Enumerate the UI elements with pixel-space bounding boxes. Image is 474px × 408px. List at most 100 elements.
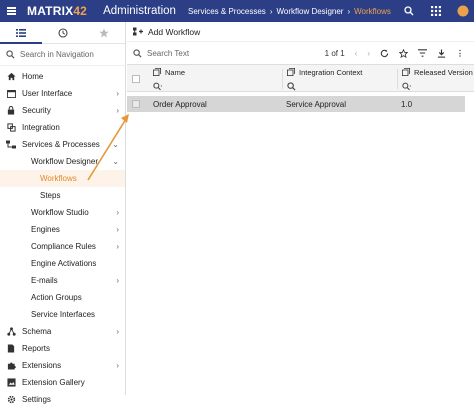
refresh-icon[interactable] (380, 49, 389, 58)
schema-icon (6, 327, 16, 336)
sidebar-item-label: Extensions (22, 361, 62, 370)
sidebar-item-service-interfaces[interactable]: Service Interfaces (0, 306, 125, 323)
sidebar-item-label: User Interface (22, 89, 73, 98)
sidebar-item-user-interface[interactable]: User Interface › (0, 85, 125, 102)
sidebar-item-home[interactable]: Home (0, 68, 125, 85)
menu-icon[interactable] (0, 0, 22, 22)
app-title: Administration (103, 5, 176, 17)
sidebar-item-label: Services & Processes (22, 140, 100, 149)
services-icon (6, 140, 16, 149)
breadcrumb: Services & Processes › Workflow Designer… (188, 0, 391, 22)
column-menu-icon (402, 68, 410, 76)
tab-history[interactable] (42, 22, 84, 43)
sidebar-item-steps[interactable]: Steps (0, 187, 125, 204)
chevron-down-icon: ⌄ (112, 140, 119, 149)
row-released-version: 1.0 (401, 99, 413, 109)
sidebar-item-security[interactable]: Security › (0, 102, 125, 119)
sidebar-item-settings[interactable]: Settings (0, 391, 125, 408)
primary-toolbar: Add Workflow (127, 22, 474, 42)
sidebar-item-extensions[interactable]: Extensions › (0, 357, 125, 374)
prev-page-icon[interactable]: ‹ (355, 49, 358, 58)
favorite-star-icon[interactable] (399, 48, 408, 58)
add-workflow-button[interactable]: Add Workflow (133, 27, 200, 37)
user-interface-icon (6, 89, 16, 98)
table-row[interactable]: Order Approval Service Approval 1.0 (127, 96, 465, 112)
filter-search-icon (402, 82, 412, 90)
navigation-search-input[interactable]: Search in Navigation (20, 50, 94, 59)
lock-icon (7, 106, 15, 115)
chevron-right-icon: › (116, 242, 119, 251)
column-released-version[interactable]: Released Version (398, 65, 474, 93)
sidebar-item-engines[interactable]: Engines › (0, 221, 125, 238)
breadcrumb-services[interactable]: Services & Processes (188, 7, 266, 16)
reports-icon (7, 344, 15, 353)
add-workflow-label: Add Workflow (148, 26, 201, 37)
row-checkbox[interactable] (132, 100, 140, 108)
sidebar-item-label: Workflows (40, 174, 77, 183)
sidebar-item-label: Engines (31, 225, 60, 234)
tab-favorites[interactable] (83, 22, 125, 43)
breadcrumb-workflows: Workflows (354, 6, 391, 16)
select-all-checkbox[interactable] (132, 75, 140, 83)
user-avatar-icon[interactable] (452, 0, 474, 22)
vertical-scrollbar[interactable] (466, 92, 474, 392)
sidebar-item-schema[interactable]: Schema › (0, 323, 125, 340)
sidebar-item-label: Action Groups (31, 293, 82, 302)
sidebar-item-workflow-designer[interactable]: Workflow Designer ⌄ (0, 153, 125, 170)
sidebar-item-label: Engine Activations (31, 259, 97, 268)
sidebar-item-label: Extension Gallery (22, 378, 85, 387)
sidebar-item-services-processes[interactable]: Services & Processes ⌄ (0, 136, 125, 153)
sidebar-item-action-groups[interactable]: Action Groups (0, 289, 125, 306)
sidebar-item-label: Reports (22, 344, 51, 353)
grid-toolbar: Search Text 1 of 1 ‹ › ⋮ (127, 42, 474, 64)
grid-search[interactable]: Search Text (133, 49, 189, 58)
extensions-icon (7, 362, 16, 370)
apps-grid-icon[interactable] (425, 0, 447, 22)
released-version-filter[interactable] (398, 79, 474, 93)
sidebar-item-label: Schema (22, 327, 52, 336)
sidebar-item-engine-activations[interactable]: Engine Activations (0, 255, 125, 272)
sidebar-item-integration[interactable]: Integration (0, 119, 125, 136)
grid-search-input[interactable]: Search Text (147, 49, 189, 58)
sidebar-item-emails[interactable]: E-mails › (0, 272, 125, 289)
download-icon[interactable] (437, 48, 446, 58)
name-filter[interactable] (149, 79, 283, 93)
search-icon[interactable] (398, 0, 420, 22)
chevron-right-icon: › (116, 225, 119, 234)
integration-icon (6, 123, 16, 132)
chevron-right-icon: › (116, 89, 119, 98)
column-name[interactable]: Name (149, 65, 283, 93)
sidebar-item-label: Home (22, 72, 44, 81)
select-all-column (127, 65, 145, 93)
sidebar-tabs (0, 22, 125, 44)
more-options-icon[interactable]: ⋮ (456, 49, 464, 58)
sidebar-item-workflows[interactable]: Workflows (0, 170, 125, 187)
sidebar-item-workflow-studio[interactable]: Workflow Studio › (0, 204, 125, 221)
next-page-icon[interactable]: › (367, 49, 370, 58)
navigation-sidebar: Search in Navigation Home User Interface… (0, 22, 126, 404)
chevron-right-icon: › (347, 6, 351, 16)
filter-search-icon (153, 82, 163, 90)
grid-header: Name Integration Context Released Versio… (127, 64, 474, 92)
column-menu-icon (287, 68, 295, 76)
row-name: Order Approval (153, 99, 207, 109)
sidebar-item-compliance-rules[interactable]: Compliance Rules › (0, 238, 125, 255)
navigation-search[interactable]: Search in Navigation (0, 44, 125, 66)
sidebar-item-reports[interactable]: Reports (0, 340, 125, 357)
column-name-label: Name (165, 67, 186, 77)
search-icon (133, 48, 142, 58)
sidebar-item-extension-gallery[interactable]: Extension Gallery (0, 374, 125, 391)
column-integration-context[interactable]: Integration Context (283, 65, 398, 93)
breadcrumb-workflow-designer[interactable]: Workflow Designer (276, 7, 343, 16)
filter-icon[interactable] (418, 49, 427, 57)
row-integration-context: Service Approval (286, 99, 347, 109)
pager-text: 1 of 1 (324, 48, 345, 58)
sidebar-item-label: Security (22, 106, 51, 115)
list-icon (15, 28, 26, 37)
column-integration-context-label: Integration Context (299, 67, 363, 77)
filter-search-icon (287, 81, 296, 91)
sidebar-item-label: Integration (22, 123, 60, 132)
gear-icon (7, 395, 15, 404)
tab-navigation[interactable] (0, 22, 42, 44)
integration-context-filter[interactable] (283, 79, 398, 93)
